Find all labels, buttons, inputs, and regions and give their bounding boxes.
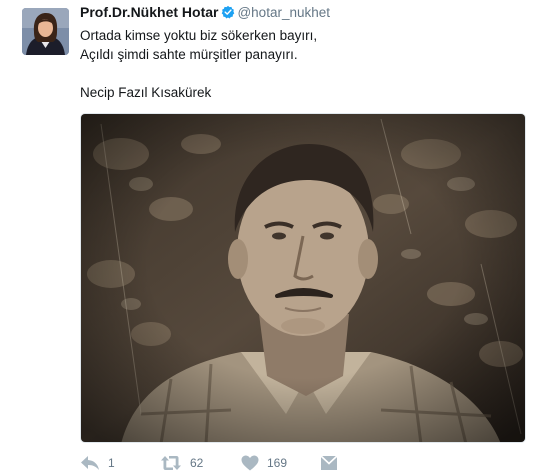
retweet-icon [161, 456, 181, 470]
reply-count: 1 [108, 456, 115, 470]
profile-avatar[interactable] [22, 8, 69, 55]
message-icon [320, 455, 338, 470]
tweet-line: Ortada kimse yoktu biz sökerken bayırı, [80, 28, 318, 43]
tweet-actions: 1 62 169 [80, 452, 540, 474]
heart-icon [241, 455, 259, 471]
tweet-line: Açıldı şimdi sahte mürşitler panayırı. [80, 47, 298, 62]
retweet-count: 62 [190, 456, 204, 470]
retweet-button[interactable]: 62 [160, 454, 203, 472]
reply-icon [81, 456, 99, 470]
profile-avatar-image [22, 8, 69, 55]
direct-message-button[interactable] [320, 454, 338, 472]
verified-badge-icon [222, 5, 235, 19]
tweet-line: Necip Fazıl Kısakürek [80, 85, 212, 100]
display-name[interactable]: Prof.Dr.Nükhet Hotar [80, 4, 218, 20]
user-handle[interactable]: @hotar_nukhet [237, 5, 330, 20]
tweet-line-break [80, 64, 520, 83]
tweet-header: Prof.Dr.Nükhet Hotar @hotar_nukhet [80, 4, 330, 22]
tweet-text: Ortada kimse yoktu biz sökerken bayırı, … [80, 26, 520, 102]
tweet-photo[interactable] [80, 113, 526, 443]
like-button[interactable]: 169 [241, 454, 287, 472]
like-count: 169 [267, 456, 288, 470]
reply-button[interactable]: 1 [80, 454, 115, 472]
portrait-photo [81, 114, 525, 442]
